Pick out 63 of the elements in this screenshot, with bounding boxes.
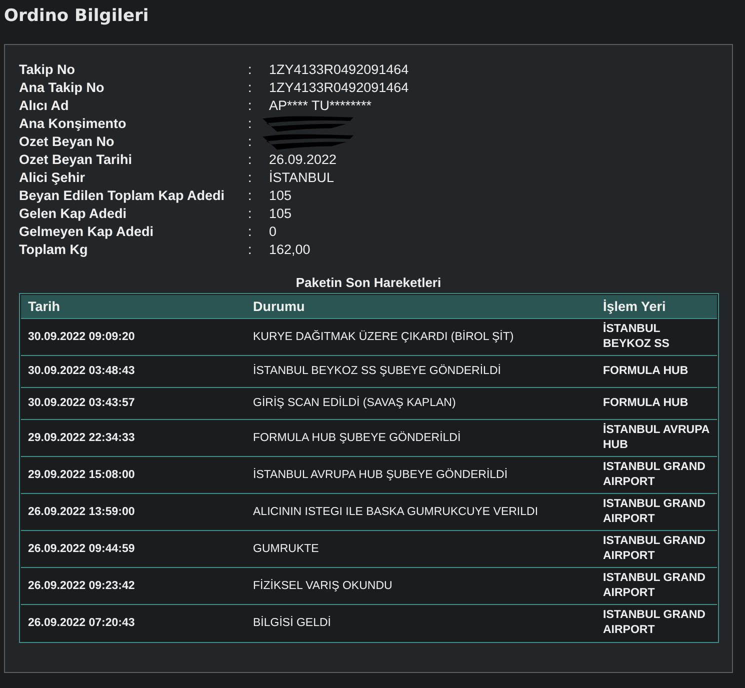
field-value: 162,00 (269, 241, 312, 259)
field-label: Toplam Kg (19, 241, 89, 259)
table-cell: 30.09.2022 03:43:57 (21, 388, 246, 420)
table-cell: 26.09.2022 09:44:59 (21, 531, 246, 568)
field-label: Beyan Edilen Toplam Kap Adedi (19, 187, 226, 205)
field-label: Alıcı Ad (19, 97, 70, 115)
table-cell: FORMULA HUB (596, 356, 717, 388)
column-header: Tarih (21, 295, 246, 319)
field-value: 105 (269, 187, 293, 205)
field-label: Alici Şehir (19, 169, 86, 187)
table-cell: 29.09.2022 22:34:33 (21, 420, 246, 457)
table-cell: FORMULA HUB (596, 388, 717, 420)
table-cell: 26.09.2022 09:23:42 (21, 568, 246, 605)
field-label: Ozet Beyan Tarihi (19, 151, 134, 169)
table-cell: FORMULA HUB ŞUBEYE GÖNDERİLDİ (246, 420, 596, 457)
table-cell: 30.09.2022 03:48:43 (21, 356, 246, 388)
column-header: İşlem Yeri (596, 295, 717, 319)
table-cell: İSTANBUL AVRUPA HUB ŞUBEYE GÖNDERİLDİ (246, 457, 596, 494)
field-label: Ozet Beyan No (19, 133, 116, 151)
field-label: Gelmeyen Kap Adedi (19, 223, 155, 241)
colon: : (248, 97, 253, 115)
table-cell: ISTANBUL GRAND AIRPORT (596, 568, 717, 605)
field-value: 1ZY4133R0492091464 (269, 79, 409, 97)
table-cell: ALICININ ISTEGI ILE BASKA GUMRUKCUYE VERILDI (246, 494, 596, 531)
field-label: Gelen Kap Adedi (19, 205, 128, 223)
table-cell: FİZİKSEL VARIŞ OKUNDU (246, 568, 596, 605)
field-value: 0 (269, 223, 278, 241)
table-cell: ISTANBUL GRAND AIRPORT (596, 457, 717, 494)
table-cell: GUMRUKTE (246, 531, 596, 568)
field-value: 1ZY4133R0492091464 (269, 61, 409, 79)
colon: : (248, 79, 253, 97)
table-cell: İSTANBUL BEYKOZ SS (596, 319, 717, 356)
table-cell-text: 26.09.2022 07:20:43 (27, 616, 136, 630)
table-cell-text: BİLGİSİ GELDİ (252, 615, 332, 630)
field-value: 105 (269, 205, 293, 223)
colon: : (248, 115, 253, 133)
table-cell: ISTANBUL GRAND AIRPORT (596, 531, 717, 568)
table-cell-text: ISTANBUL GRAND AIRPORT (602, 608, 706, 638)
table-cell: 30.09.2022 09:09:20 (21, 319, 246, 356)
field-value: İSTANBUL (269, 169, 336, 187)
colon: : (248, 205, 253, 223)
table-cell: 29.09.2022 15:08:00 (21, 457, 246, 494)
table-cell: İSTANBUL AVRUPA HUB (596, 420, 717, 457)
colon: : (248, 187, 253, 205)
table-cell: ISTANBUL GRAND AIRPORT (596, 494, 717, 531)
colon: : (248, 223, 253, 241)
page-title: Ordino Bilgileri (4, 5, 150, 28)
colon: : (248, 61, 253, 79)
table-cell: İSTANBUL BEYKOZ SS ŞUBEYE GÖNDERİLDİ (246, 356, 596, 388)
table-caption: Paketin Son Hareketleri (294, 275, 442, 290)
table-cell: 26.09.2022 13:59:00 (21, 494, 246, 531)
field-label: Ana Takip No (19, 79, 106, 97)
field-label: Ana Konşimento (19, 115, 128, 133)
table-cell: GİRİŞ SCAN EDİLDİ (SAVAŞ KAPLAN) (246, 388, 596, 420)
colon: : (248, 133, 253, 151)
field-value: AP**** TU******** (269, 97, 373, 115)
field-value: 26.09.2022 (269, 151, 338, 169)
colon: : (248, 169, 253, 187)
colon: : (248, 151, 253, 169)
field-label: Takip No (19, 61, 76, 79)
colon: : (248, 241, 253, 259)
column-header: Durumu (246, 295, 596, 319)
table-cell: KURYE DAĞITMAK ÜZERE ÇIKARDI (BİROL ŞİT) (246, 319, 596, 356)
